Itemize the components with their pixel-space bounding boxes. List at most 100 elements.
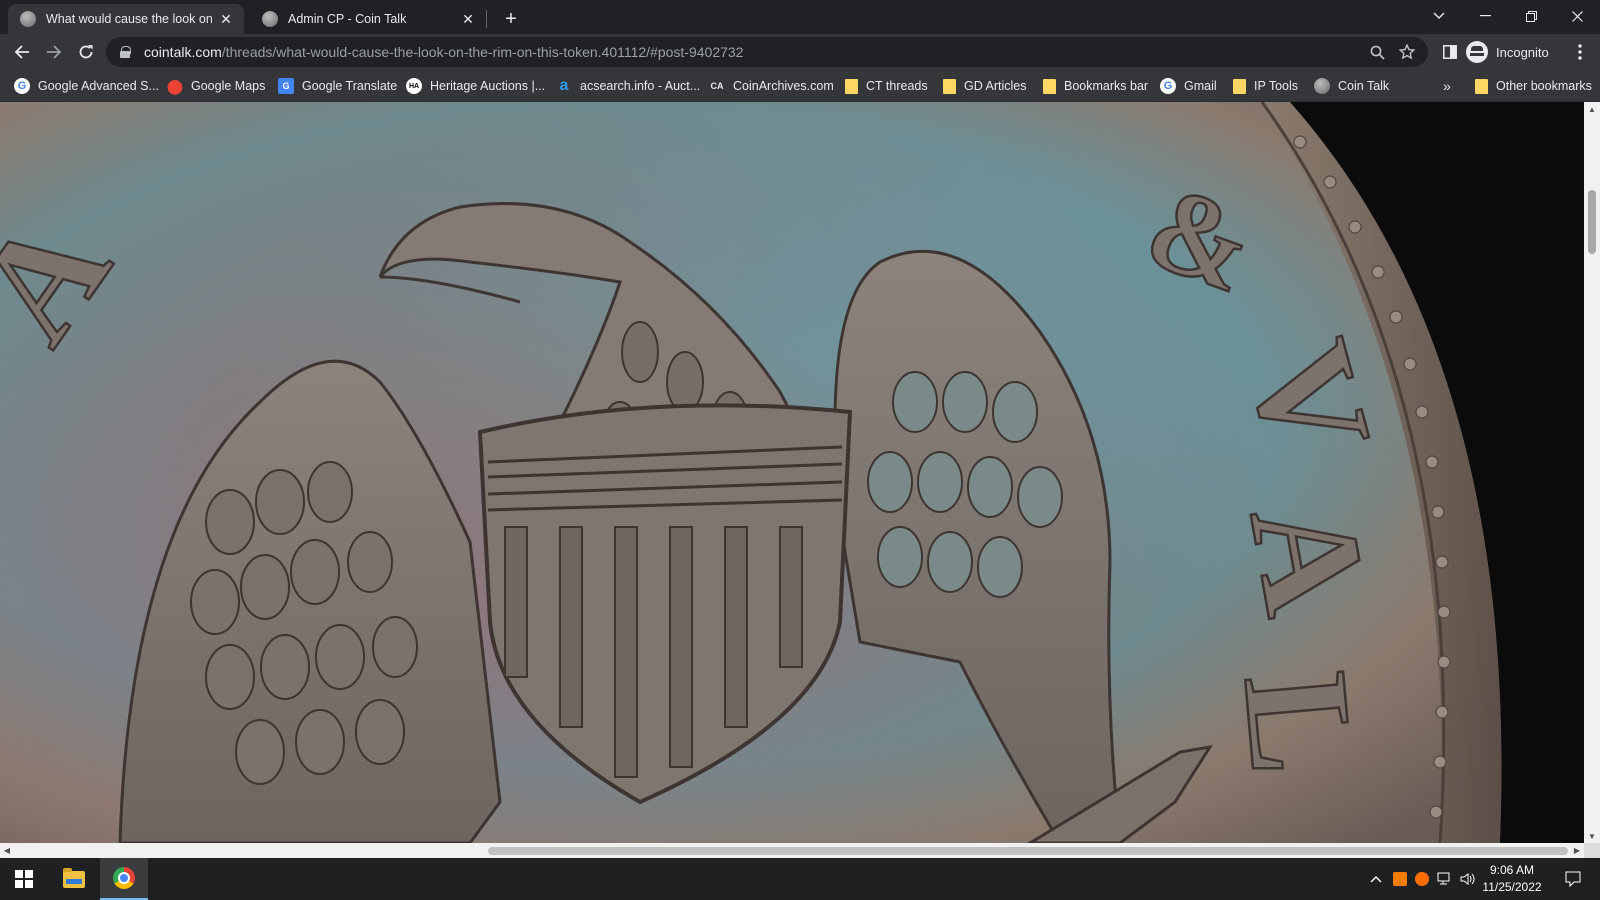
url-text[interactable]: cointalk.com/threads/what-would-cause-th… bbox=[144, 44, 743, 60]
arrow-left-icon bbox=[14, 45, 29, 59]
incognito-label: Incognito bbox=[1496, 44, 1549, 60]
horizontal-scrollbar[interactable]: ◀ ▶ bbox=[0, 843, 1584, 858]
minimize-button[interactable] bbox=[1462, 0, 1508, 32]
chevron-down-icon bbox=[1433, 12, 1445, 19]
tab-strip: What would cause the look on th ✕ Admin … bbox=[0, 0, 1600, 34]
bookmark-label: Google Maps bbox=[191, 79, 266, 93]
lock-icon[interactable] bbox=[120, 46, 131, 58]
tray-app-icon[interactable] bbox=[1390, 858, 1410, 900]
side-panel-icon bbox=[1443, 45, 1457, 59]
tab-separator bbox=[486, 10, 487, 28]
folder-icon bbox=[845, 78, 858, 94]
back-button[interactable] bbox=[8, 38, 36, 66]
other-bookmarks[interactable]: Other bookmarks bbox=[1475, 76, 1592, 96]
acsearch-icon: a bbox=[559, 77, 569, 94]
start-button[interactable] bbox=[0, 858, 48, 900]
url-path: /threads/what-would-cause-the-look-on-th… bbox=[221, 44, 744, 60]
bookmark-ct-threads[interactable]: CT threads bbox=[845, 76, 928, 96]
bookmark-label: Gmail bbox=[1184, 79, 1217, 93]
notifications-button[interactable] bbox=[1558, 858, 1588, 900]
close-icon bbox=[1571, 10, 1583, 22]
bookmark-gd-articles[interactable]: GD Articles bbox=[943, 76, 1027, 96]
tab-search-button[interactable] bbox=[1416, 0, 1462, 32]
tab-title: What would cause the look on th bbox=[46, 12, 212, 26]
url-host: cointalk.com bbox=[144, 44, 222, 60]
google-icon: G bbox=[14, 78, 30, 94]
bookmark-label: Other bookmarks bbox=[1496, 79, 1592, 93]
clock-date: 11/25/2022 bbox=[1482, 880, 1542, 894]
bookmark-ip-tools[interactable]: IP Tools bbox=[1233, 76, 1298, 96]
close-icon[interactable]: ✕ bbox=[218, 11, 234, 27]
folder-icon bbox=[1233, 78, 1246, 94]
restore-button[interactable] bbox=[1508, 0, 1554, 32]
menu-button[interactable] bbox=[1566, 38, 1594, 66]
bookmark-bookmarks-bar[interactable]: Bookmarks bar bbox=[1043, 76, 1148, 96]
coin-photo-viewport[interactable]: A & V A L bbox=[0, 102, 1584, 843]
scroll-right-icon[interactable]: ▶ bbox=[1570, 843, 1584, 858]
bookmark-label: Heritage Auctions |... bbox=[430, 79, 546, 93]
browser-toolbar: cointalk.com/threads/what-would-cause-th… bbox=[0, 34, 1600, 70]
tab-title: Admin CP - Coin Talk bbox=[288, 12, 407, 26]
bookmark-label: Google Advanced S... bbox=[38, 79, 159, 93]
close-window-button[interactable] bbox=[1554, 0, 1600, 32]
close-icon[interactable]: ✕ bbox=[460, 11, 476, 27]
bookmark-google-advanced[interactable]: G Google Advanced S... bbox=[14, 76, 159, 96]
windows-taskbar: 9:06 AM 11/25/2022 bbox=[0, 858, 1600, 900]
chrome-taskbar-button[interactable] bbox=[100, 858, 148, 900]
clock-time: 9:06 AM bbox=[1489, 863, 1535, 877]
bookmark-coinarchives[interactable]: CA CoinArchives.com bbox=[709, 76, 834, 96]
bookmark-label: acsearch.info - Auct... bbox=[580, 79, 701, 93]
bookmark-label: IP Tools bbox=[1254, 79, 1299, 93]
bookmark-heritage-auctions[interactable]: HA Heritage Auctions |... bbox=[406, 76, 545, 96]
file-explorer-button[interactable] bbox=[50, 858, 98, 900]
incognito-profile-button[interactable]: Incognito bbox=[1466, 39, 1549, 65]
cointalk-icon bbox=[1314, 78, 1330, 94]
vertical-scroll-thumb[interactable] bbox=[1588, 190, 1596, 254]
scroll-up-icon[interactable]: ▲ bbox=[1584, 102, 1600, 116]
bookmark-acsearch[interactable]: a acsearch.info - Auct... bbox=[556, 76, 701, 96]
file-explorer-icon bbox=[63, 867, 85, 888]
coinarchives-icon: CA bbox=[710, 81, 724, 91]
bookmark-label: GD Articles bbox=[964, 79, 1027, 93]
bookmark-label: CT threads bbox=[866, 79, 928, 93]
coin-closeup-image: A & V A L bbox=[0, 102, 1584, 843]
bookmark-gmail[interactable]: G Gmail bbox=[1160, 76, 1217, 96]
bookmark-label: Coin Talk bbox=[1338, 79, 1390, 93]
windows-logo-icon bbox=[15, 870, 33, 888]
new-tab-button[interactable]: + bbox=[498, 6, 524, 32]
vertical-scrollbar[interactable]: ▲ ▼ bbox=[1584, 102, 1600, 843]
chrome-icon bbox=[113, 867, 135, 889]
network-icon[interactable] bbox=[1434, 858, 1456, 900]
bookmark-label: Google Translate bbox=[302, 79, 398, 93]
side-panel-button[interactable] bbox=[1436, 38, 1464, 66]
cointalk-favicon-icon bbox=[20, 11, 36, 27]
heritage-icon: HA bbox=[406, 78, 422, 94]
bookmark-google-maps[interactable]: ⬤ Google Maps bbox=[167, 76, 265, 96]
notification-icon bbox=[1565, 871, 1581, 887]
forward-button[interactable] bbox=[40, 38, 68, 66]
address-bar[interactable]: cointalk.com/threads/what-would-cause-th… bbox=[106, 37, 1428, 67]
folder-icon bbox=[1475, 78, 1488, 94]
scroll-down-icon[interactable]: ▼ bbox=[1584, 829, 1600, 843]
bookmarks-overflow-button[interactable]: » bbox=[1443, 76, 1451, 96]
show-hidden-icons-button[interactable] bbox=[1366, 858, 1386, 900]
reload-button[interactable] bbox=[72, 38, 100, 66]
bookmark-coin-talk[interactable]: Coin Talk bbox=[1314, 76, 1389, 96]
minimize-icon bbox=[1479, 15, 1491, 17]
scroll-left-icon[interactable]: ◀ bbox=[0, 843, 14, 858]
tab-admin-cp[interactable]: Admin CP - Coin Talk ✕ bbox=[250, 4, 486, 34]
translate-icon: G bbox=[278, 78, 294, 94]
horizontal-scroll-thumb[interactable] bbox=[488, 847, 1568, 855]
zoom-search-icon[interactable] bbox=[1368, 43, 1386, 61]
taskbar-clock[interactable]: 9:06 AM 11/25/2022 bbox=[1472, 862, 1552, 896]
chevron-up-icon bbox=[1370, 876, 1382, 883]
tray-vpn-icon[interactable] bbox=[1412, 858, 1432, 900]
bookmark-google-translate[interactable]: G Google Translate bbox=[278, 76, 397, 96]
folder-icon bbox=[943, 78, 956, 94]
tab-active[interactable]: What would cause the look on th ✕ bbox=[8, 4, 244, 34]
bookmark-label: CoinArchives.com bbox=[733, 79, 834, 93]
bookmark-star-icon[interactable] bbox=[1398, 43, 1416, 61]
cointalk-favicon-icon bbox=[262, 11, 278, 27]
kebab-menu-icon bbox=[1578, 44, 1582, 60]
arrow-right-icon bbox=[47, 45, 62, 59]
